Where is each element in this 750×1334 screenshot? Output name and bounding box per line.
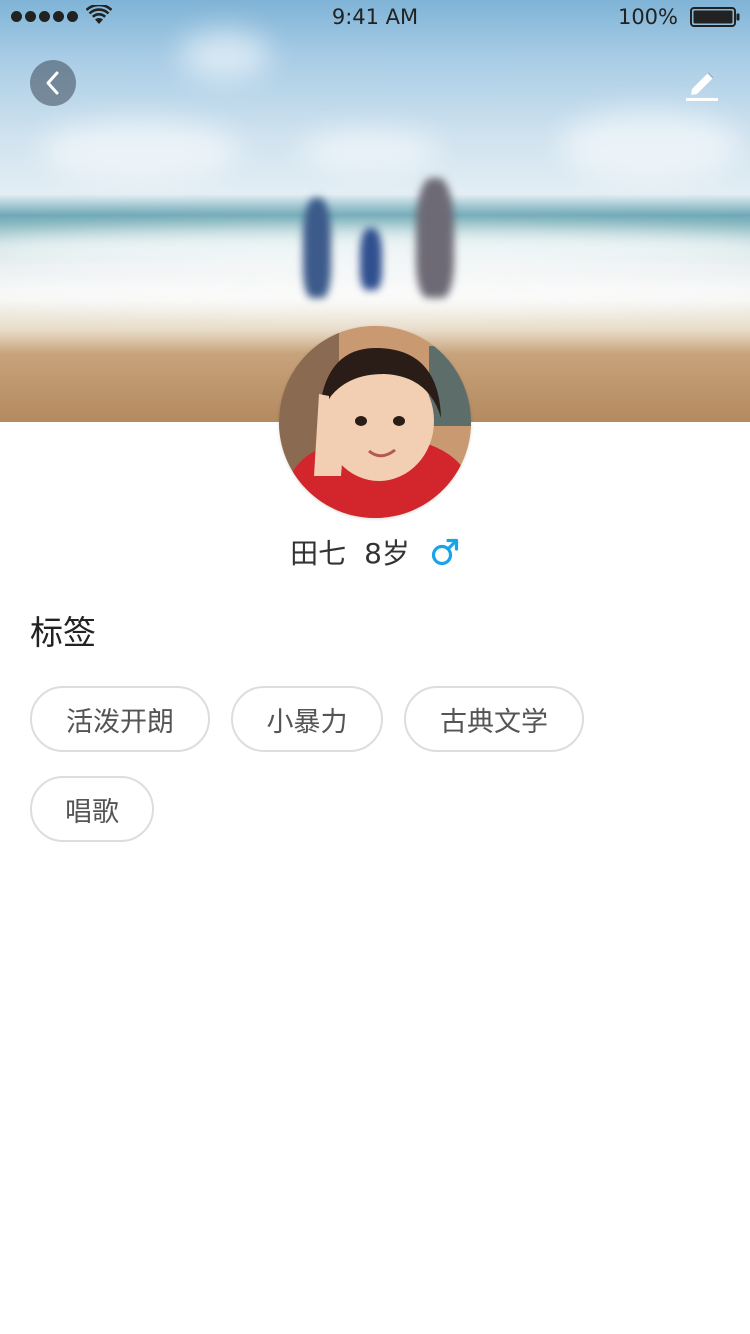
back-button[interactable] bbox=[30, 60, 76, 106]
tags-section-title: 标签 bbox=[30, 613, 96, 652]
profile-info: 田七 8岁 bbox=[0, 530, 750, 574]
tag-chip[interactable]: 古典文学 bbox=[404, 686, 584, 752]
avatar-photo bbox=[279, 326, 471, 518]
avatar[interactable] bbox=[279, 326, 471, 518]
profile-age: 8岁 bbox=[364, 537, 410, 570]
status-bar: 9:41 AM 100% bbox=[0, 0, 750, 36]
battery-full-icon bbox=[690, 7, 740, 27]
male-icon bbox=[431, 538, 459, 566]
profile-screen: 9:41 AM 100% 田七 8岁 标签 活泼开朗 小暴力 古典文学 唱歌 bbox=[0, 0, 750, 1334]
chevron-left-icon bbox=[46, 71, 59, 95]
edit-button[interactable] bbox=[680, 60, 724, 106]
profile-name: 田七 bbox=[290, 537, 347, 570]
tag-chip[interactable]: 活泼开朗 bbox=[30, 686, 210, 752]
pencil-icon bbox=[686, 72, 718, 101]
tag-chip[interactable]: 小暴力 bbox=[231, 686, 383, 752]
tag-chip[interactable]: 唱歌 bbox=[30, 776, 154, 842]
battery-percent: 100% bbox=[617, 5, 678, 29]
